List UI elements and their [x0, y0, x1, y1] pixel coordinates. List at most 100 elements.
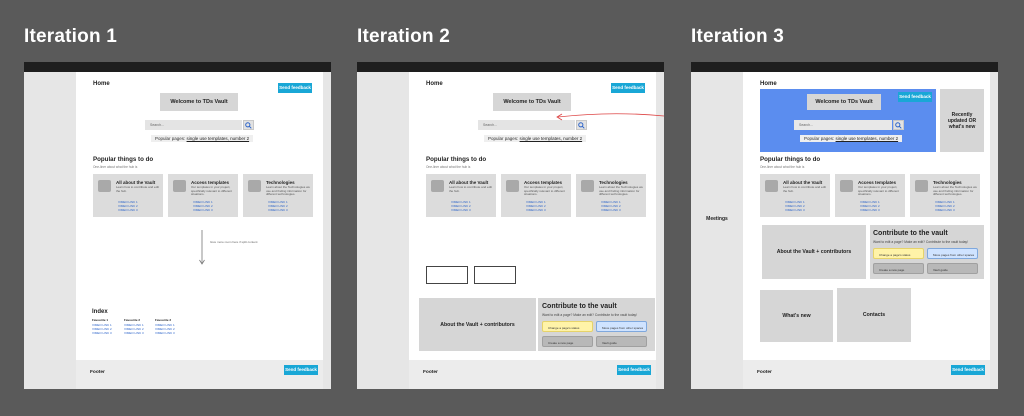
card-icon: [840, 180, 853, 192]
send-feedback-button[interactable]: Send feedback: [278, 83, 312, 93]
top-bar: [691, 62, 998, 72]
card-description: Our templates in your project, specifica…: [191, 185, 232, 197]
contacts-panel[interactable]: Contacts: [837, 288, 911, 342]
search-button[interactable]: [243, 120, 254, 130]
search-input[interactable]: Search...: [794, 120, 892, 130]
card-technologies[interactable]: Technologies Learn about the Technologie…: [576, 174, 646, 217]
footer-send-feedback-button[interactable]: Send feedback: [284, 365, 318, 375]
top-bar: [24, 62, 331, 72]
popular-things-heading: Popular things to do: [760, 156, 821, 163]
create-page-button[interactable]: Create a new page: [542, 336, 593, 347]
card-icon: [765, 180, 778, 192]
about-vault-panel[interactable]: About the Vault + contributors: [419, 298, 536, 351]
search-icon: [895, 121, 902, 129]
iteration-3-title: Iteration 3: [691, 26, 784, 47]
index-heading: Index: [92, 309, 108, 315]
about-vault-panel[interactable]: About the Vault + contributors: [762, 225, 866, 279]
search-input[interactable]: Search...: [145, 120, 242, 130]
card-link[interactable]: VIMEO LINK 3: [935, 208, 955, 212]
contribute-panel: Contribute to the vault Want to edit a p…: [870, 225, 984, 279]
sidebar: [357, 72, 409, 389]
change-status-button[interactable]: Change a page's status: [873, 248, 924, 259]
move-pages-button[interactable]: Move pages from other spaces: [927, 248, 978, 259]
popular-pages-links[interactable]: single use templates, number 2: [836, 136, 899, 141]
popular-pages-links[interactable]: single use templates, number 2: [520, 136, 583, 141]
card-link[interactable]: VIMEO LINK 3: [601, 208, 621, 212]
vault-guide-button[interactable]: Vault guide: [927, 263, 978, 274]
footer: Footer Send feedback: [76, 360, 323, 389]
sidebar-item-meetings[interactable]: Meetings: [691, 216, 743, 222]
send-feedback-button[interactable]: Send feedback: [611, 83, 645, 93]
index-column: Favourite 1 VIMEO LINK 1 VIMEO LINK 2 VI…: [92, 318, 112, 336]
index-column: Favourite 2 VIMEO LINK 1 VIMEO LINK 2 VI…: [124, 318, 144, 336]
card-all-about-vault[interactable]: All about the Vault Learn how to contrib…: [426, 174, 496, 217]
placeholder-box: [474, 266, 516, 284]
card-link[interactable]: VIMEO LINK 3: [451, 208, 471, 212]
search-icon: [578, 121, 585, 129]
footer-send-feedback-button[interactable]: Send feedback: [617, 365, 651, 375]
card-access-templates[interactable]: Access templates Our templates in your p…: [835, 174, 905, 217]
scroll-arrow: [199, 230, 205, 265]
popular-pages: Popular pages: single use templates, num…: [800, 135, 903, 142]
card-link[interactable]: VIMEO LINK 3: [526, 208, 546, 212]
card-icon: [173, 180, 186, 192]
scroll-note: Give more room here if split content: [210, 240, 258, 244]
send-feedback-button[interactable]: Send feedback: [898, 92, 932, 102]
footer-send-feedback-button[interactable]: Send feedback: [951, 365, 985, 375]
change-status-button[interactable]: Change a page's status: [542, 321, 593, 332]
index-link[interactable]: VIMEO LINK 3: [92, 331, 112, 336]
welcome-banner: Welcome to TDs Vault: [807, 94, 881, 110]
card-icon: [506, 180, 519, 192]
card-access-templates[interactable]: Access templates Our templates in your p…: [501, 174, 571, 217]
iteration-2-frame: Home Send feedback Welcome to TDs Vault …: [357, 62, 664, 389]
footer-label: Footer: [423, 370, 438, 375]
contribute-title: Contribute to the vault: [873, 230, 948, 237]
move-pages-button[interactable]: Move pages from other spaces: [596, 321, 647, 332]
contribute-title: Contribute to the vault: [542, 303, 617, 310]
contribute-subtitle: Want to edit a page? Make an edit? Contr…: [873, 240, 968, 244]
card-link[interactable]: VIMEO LINK 3: [860, 208, 880, 212]
whats-new-panel[interactable]: What's new: [760, 290, 833, 342]
card-icon: [915, 180, 928, 192]
card-link[interactable]: VIMEO LINK 3: [785, 208, 805, 212]
contribute-subtitle: Want to edit a page? Make an edit? Contr…: [542, 313, 637, 317]
annotation-arrow: [556, 113, 664, 121]
sidebar: Meetings: [691, 72, 743, 389]
index-link[interactable]: VIMEO LINK 3: [155, 331, 175, 336]
home-heading: Home: [426, 81, 443, 87]
footer-label: Footer: [757, 370, 772, 375]
card-link[interactable]: VIMEO LINK 3: [118, 208, 138, 212]
popular-things-subtitle: One-liner about what the hub is: [93, 165, 138, 169]
card-description: Learn about the Technologies we use and …: [266, 185, 310, 197]
search-icon: [245, 121, 252, 129]
card-access-templates[interactable]: Access templates Our templates in your p…: [168, 174, 238, 217]
home-heading: Home: [93, 81, 110, 87]
card-all-about-vault[interactable]: All about the Vault Learn how to contrib…: [93, 174, 163, 217]
popular-things-subtitle: One-liner about what the hub is: [760, 165, 805, 169]
vault-guide-button[interactable]: Vault guide: [596, 336, 647, 347]
card-icon: [98, 180, 111, 192]
card-description: Learn how to contribute and edit the hub…: [116, 185, 159, 193]
popular-things-heading: Popular things to do: [93, 156, 154, 163]
index-link[interactable]: VIMEO LINK 3: [124, 331, 144, 336]
footer-label: Footer: [90, 370, 105, 375]
right-gutter: [323, 72, 331, 389]
card-link[interactable]: VIMEO LINK 3: [193, 208, 213, 212]
contribute-panel: Contribute to the vault Want to edit a p…: [538, 298, 655, 351]
top-bar: [357, 62, 664, 72]
card-technologies[interactable]: Technologies Learn about the Technologie…: [910, 174, 980, 217]
search-button[interactable]: [893, 120, 904, 130]
card-technologies[interactable]: Technologies Learn about the Technologie…: [243, 174, 313, 217]
create-page-button[interactable]: Create a new page: [873, 263, 924, 274]
popular-things-subtitle: One-liner about what the hub is: [426, 165, 471, 169]
card-icon: [581, 180, 594, 192]
recently-updated-panel[interactable]: Recently updated OR what's new: [940, 89, 984, 152]
card-description: Learn how to contribute and edit the hub…: [449, 185, 492, 193]
card-icon: [431, 180, 444, 192]
card-description: Learn how to contribute and edit the hub…: [783, 185, 826, 193]
iteration-3-frame: Meetings Home Welcome to TDs Vault Send …: [691, 62, 998, 389]
popular-pages-links[interactable]: single use templates, number 2: [187, 136, 250, 141]
card-all-about-vault[interactable]: All about the Vault Learn how to contrib…: [760, 174, 830, 217]
hero-section: Welcome to TDs Vault Send feedback Searc…: [760, 89, 936, 152]
card-link[interactable]: VIMEO LINK 3: [268, 208, 288, 212]
